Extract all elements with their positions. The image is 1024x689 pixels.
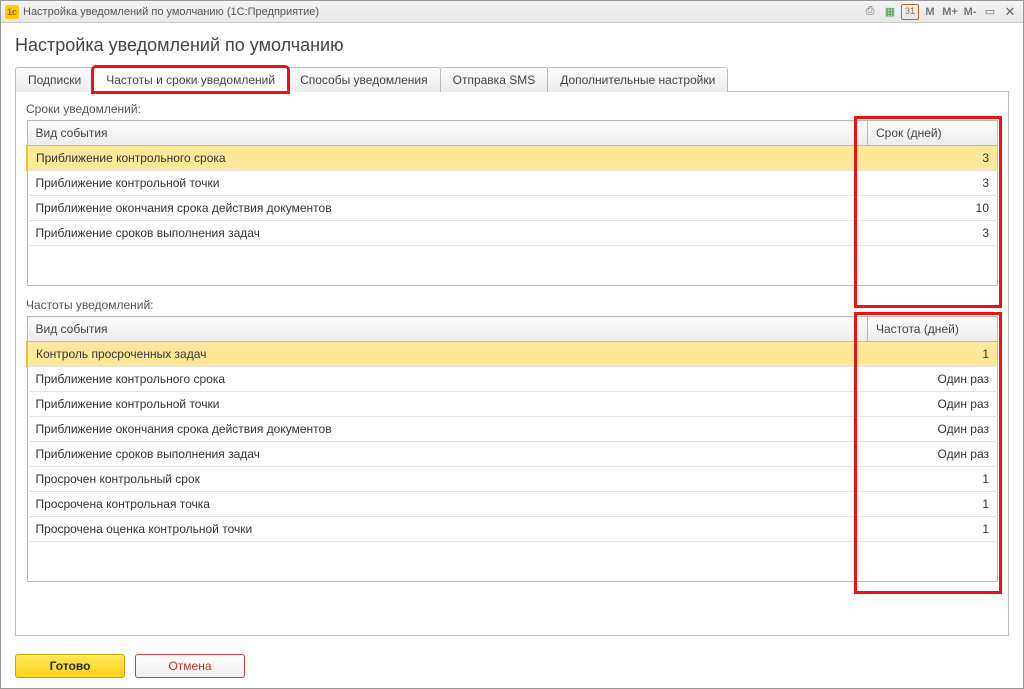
- tabs: Подписки Частоты и сроки уведомлений Спо…: [15, 66, 1009, 92]
- terms-grid[interactable]: Вид события Срок (дней) Приближение конт…: [26, 120, 998, 286]
- table-row[interactable]: Просрочена оценка контрольной точки 1: [27, 517, 998, 542]
- titlebar: 1c Настройка уведомлений по умолчанию (1…: [1, 1, 1023, 23]
- table-row[interactable]: Приближение сроков выполнения задач Один…: [27, 442, 998, 467]
- footer: Готово Отмена: [1, 646, 1023, 688]
- table-row[interactable]: Приближение окончания срока действия док…: [27, 417, 998, 442]
- window: 1c Настройка уведомлений по умолчанию (1…: [0, 0, 1024, 689]
- table-empty-area: [27, 246, 998, 286]
- cell-value[interactable]: Один раз: [868, 417, 998, 442]
- app-icon: 1c: [5, 5, 19, 19]
- cell-value[interactable]: Один раз: [868, 392, 998, 417]
- ok-button[interactable]: Готово: [15, 654, 125, 678]
- table-row[interactable]: Приближение контрольной точки 3: [27, 171, 998, 196]
- table-row[interactable]: Приближение контрольной точки Один раз: [27, 392, 998, 417]
- minimize-icon[interactable]: ▭: [981, 4, 999, 20]
- tab-panel: Сроки уведомлений: Вид события Срок (дне…: [15, 92, 1009, 636]
- titlebar-controls: ⎙ ▦ 31 M M+ M- ▭ ✕: [861, 4, 1019, 20]
- cell-event: Приближение контрольного срока: [27, 367, 868, 392]
- cell-value[interactable]: Один раз: [868, 367, 998, 392]
- cell-value[interactable]: 1: [868, 492, 998, 517]
- terms-grid-wrap: Вид события Срок (дней) Приближение конт…: [26, 120, 998, 286]
- section-freq-label: Частоты уведомлений:: [26, 298, 998, 312]
- cell-event: Просрочена контрольная точка: [27, 492, 868, 517]
- cell-value[interactable]: Один раз: [868, 442, 998, 467]
- table-row[interactable]: Просрочена контрольная точка 1: [27, 492, 998, 517]
- memory-mminus-icon[interactable]: M-: [961, 4, 979, 20]
- cell-value[interactable]: 1: [868, 342, 998, 367]
- table-row[interactable]: Приближение контрольного срока Один раз: [27, 367, 998, 392]
- close-icon[interactable]: ✕: [1001, 4, 1019, 20]
- cell-event: Приближение контрольной точки: [27, 171, 868, 196]
- cell-event: Контроль просроченных задач: [27, 342, 868, 367]
- memory-m-icon[interactable]: M: [921, 4, 939, 20]
- cell-event: Приближение контрольной точки: [27, 392, 868, 417]
- cell-event: Приближение контрольного срока: [27, 146, 868, 171]
- print-icon[interactable]: ⎙: [861, 4, 879, 20]
- freq-grid-wrap: Вид события Частота (дней) Контроль прос…: [26, 316, 998, 582]
- cell-event: Просрочена оценка контрольной точки: [27, 517, 868, 542]
- cell-value[interactable]: 3: [868, 171, 998, 196]
- window-title: Настройка уведомлений по умолчанию (1С:П…: [23, 6, 861, 18]
- table-icon[interactable]: ▦: [881, 4, 899, 20]
- table-row[interactable]: Просрочен контрольный срок 1: [27, 467, 998, 492]
- cell-event: Просрочен контрольный срок: [27, 467, 868, 492]
- freq-col-event[interactable]: Вид события: [27, 317, 868, 342]
- memory-mplus-icon[interactable]: M+: [941, 4, 959, 20]
- cell-value[interactable]: 1: [868, 517, 998, 542]
- tab-sms[interactable]: Отправка SMS: [440, 67, 549, 92]
- table-row[interactable]: Контроль просроченных задач 1: [27, 342, 998, 367]
- freq-col-value[interactable]: Частота (дней): [868, 317, 998, 342]
- tab-methods[interactable]: Способы уведомления: [287, 67, 441, 92]
- cell-value[interactable]: 3: [868, 146, 998, 171]
- content: Настройка уведомлений по умолчанию Подпи…: [1, 23, 1023, 646]
- terms-col-value[interactable]: Срок (дней): [868, 121, 998, 146]
- calendar-icon[interactable]: 31: [901, 4, 919, 20]
- section-freq: Частоты уведомлений: Вид события Частота…: [26, 296, 998, 582]
- tab-frequencies-terms[interactable]: Частоты и сроки уведомлений: [93, 67, 288, 92]
- cell-event: Приближение окончания срока действия док…: [27, 417, 868, 442]
- tab-additional[interactable]: Дополнительные настройки: [547, 67, 728, 92]
- cell-event: Приближение окончания срока действия док…: [27, 196, 868, 221]
- tab-subscriptions[interactable]: Подписки: [15, 67, 94, 92]
- table-row[interactable]: Приближение сроков выполнения задач 3: [27, 221, 998, 246]
- freq-grid[interactable]: Вид события Частота (дней) Контроль прос…: [26, 316, 998, 582]
- cell-value[interactable]: 3: [868, 221, 998, 246]
- cell-value[interactable]: 10: [868, 196, 998, 221]
- table-row[interactable]: Приближение окончания срока действия док…: [27, 196, 998, 221]
- page-title: Настройка уведомлений по умолчанию: [15, 35, 1009, 56]
- cancel-button[interactable]: Отмена: [135, 654, 245, 678]
- terms-col-event[interactable]: Вид события: [27, 121, 868, 146]
- cell-event: Приближение сроков выполнения задач: [27, 221, 868, 246]
- cell-event: Приближение сроков выполнения задач: [27, 442, 868, 467]
- section-terms-label: Сроки уведомлений:: [26, 102, 998, 116]
- table-row[interactable]: Приближение контрольного срока 3: [27, 146, 998, 171]
- cell-value[interactable]: 1: [868, 467, 998, 492]
- table-empty-area: [27, 542, 998, 582]
